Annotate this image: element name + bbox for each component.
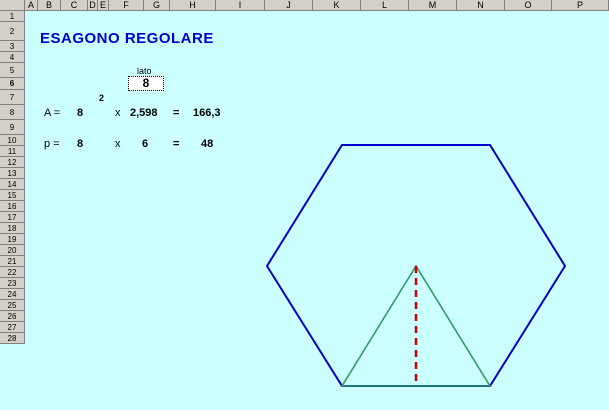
hexagon-drawing — [265, 144, 567, 387]
spreadsheet: ABCDEFGHIJKLMNOP 1 2 3 4 5 6 7 8 9 10 11 12 13 14 15 16… — [0, 0, 609, 410]
